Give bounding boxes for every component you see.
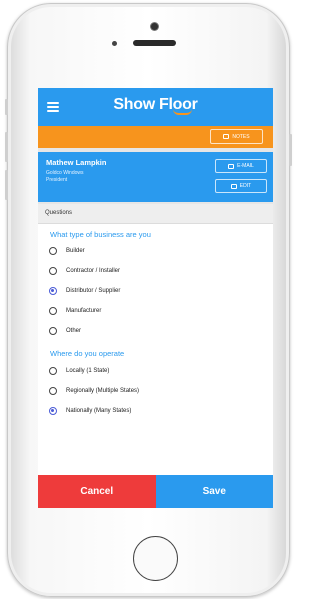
front-camera	[151, 23, 158, 30]
contact-title: President	[46, 177, 68, 183]
proximity-sensor	[112, 41, 117, 46]
save-button[interactable]: Save	[155, 475, 273, 508]
earpiece-speaker	[133, 40, 176, 46]
phone-frame: Show Floo r NOTES Mathew Lampkin Goldco W…	[5, 3, 292, 597]
option-builder[interactable]: Builder	[49, 245, 85, 257]
edit-button[interactable]: EDIT	[215, 179, 267, 193]
radio-selected-icon[interactable]	[49, 407, 57, 415]
edit-icon	[230, 183, 237, 189]
radio-icon[interactable]	[49, 387, 57, 395]
contact-name: Mathew Lampkin	[46, 158, 107, 167]
radio-icon[interactable]	[49, 267, 57, 275]
option-nationally[interactable]: Nationally (Many States)	[49, 405, 131, 417]
app-bar: Show Floo r	[38, 88, 273, 126]
option-locally[interactable]: Locally (1 State)	[49, 365, 109, 377]
home-button[interactable]	[133, 536, 178, 581]
contact-company: Goldco Windows	[46, 170, 84, 176]
option-other[interactable]: Other	[49, 325, 81, 337]
questions-header: Questions	[38, 204, 273, 224]
email-button[interactable]: E-MAIL	[215, 159, 267, 173]
option-distributor-supplier[interactable]: Distributor / Supplier	[49, 285, 120, 297]
option-contractor-installer[interactable]: Contractor / Installer	[49, 265, 120, 277]
logo-smile-icon	[172, 109, 192, 115]
option-regionally[interactable]: Regionally (Multiple States)	[49, 385, 139, 397]
mute-switch	[5, 99, 8, 115]
power-button	[289, 134, 292, 166]
radio-selected-icon[interactable]	[49, 287, 57, 295]
volume-up-button	[5, 132, 8, 162]
notes-button[interactable]: NOTES	[210, 129, 263, 144]
app-screen: Show Floo r NOTES Mathew Lampkin Goldco W…	[38, 88, 273, 508]
contact-card: Mathew Lampkin Goldco Windows President …	[38, 152, 273, 202]
question-operating-area: Where do you operate	[50, 349, 125, 358]
app-title: Show Floo r	[113, 96, 198, 115]
notes-icon	[223, 134, 230, 139]
cancel-button[interactable]: Cancel	[38, 475, 156, 508]
radio-icon[interactable]	[49, 307, 57, 315]
question-business-type: What type of business are you	[50, 230, 151, 239]
volume-down-button	[5, 170, 8, 200]
email-icon	[228, 163, 235, 169]
radio-icon[interactable]	[49, 367, 57, 375]
questions-panel: Questions What type of business are you …	[38, 204, 273, 508]
radio-icon[interactable]	[49, 247, 57, 255]
action-bar: Cancel Save	[38, 475, 273, 508]
option-manufacturer[interactable]: Manufacturer	[49, 305, 101, 317]
radio-icon[interactable]	[49, 327, 57, 335]
